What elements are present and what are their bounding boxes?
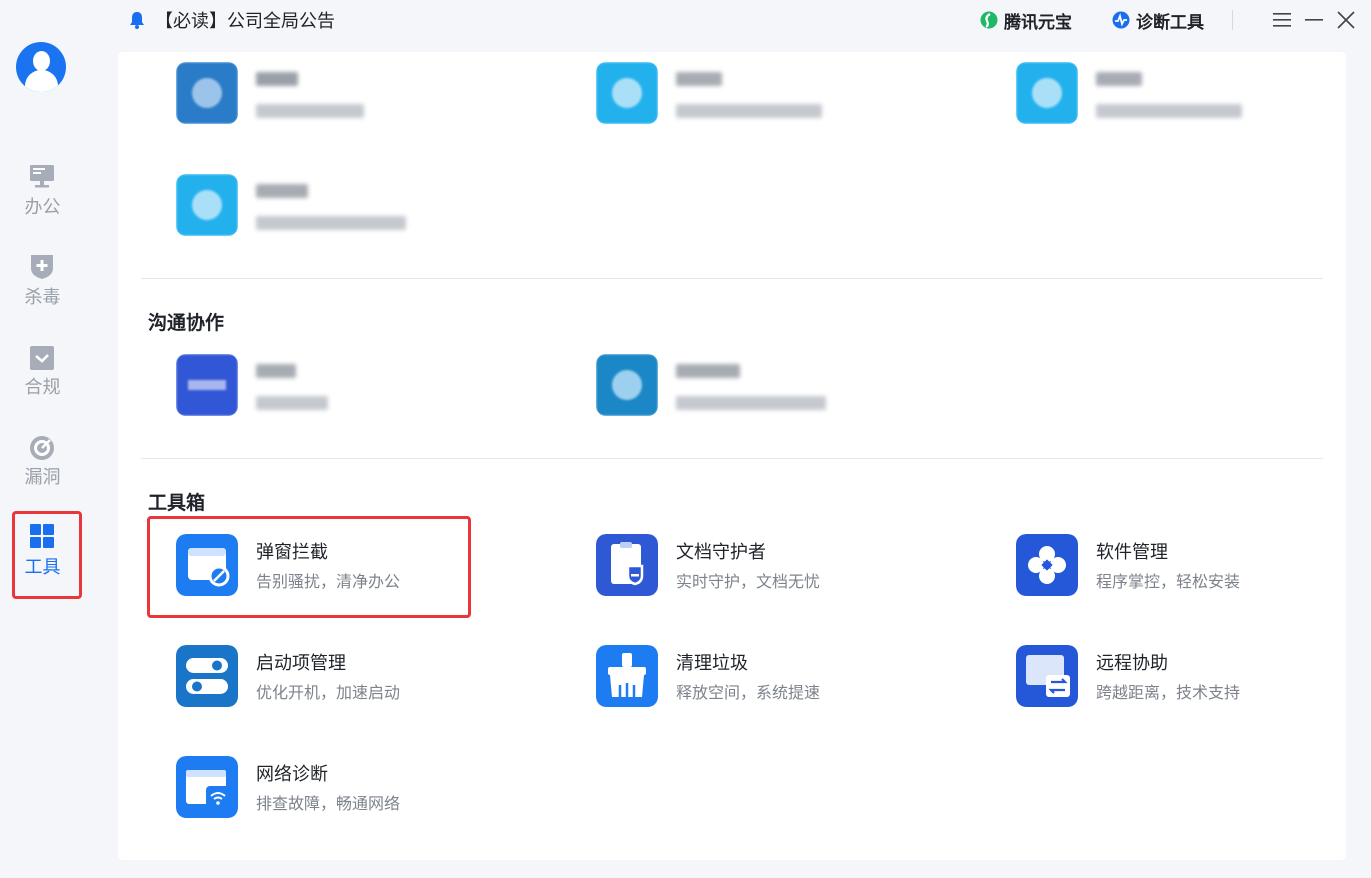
tool-doc-guard[interactable]: 文档守护者 实时守护，文档无忧 (596, 534, 976, 604)
tool-cleaner[interactable]: 清理垃圾 释放空间，系统提速 (596, 645, 976, 715)
tool-remote-assist[interactable]: 远程协助 跨越距离，技术支持 (1016, 645, 1371, 715)
main-panel: 沟通协作 工具箱 弹窗拦截 告别骚扰，清净办公 文档守护者 实时守护，文档无忧 … (118, 52, 1346, 860)
remote-assist-icon (1016, 645, 1078, 707)
redacted-app[interactable] (1016, 62, 1371, 132)
close-icon[interactable] (1335, 9, 1357, 31)
tool-name: 清理垃圾 (676, 653, 748, 674)
tool-desc: 实时守护，文档无忧 (676, 572, 821, 591)
monitor-icon (30, 165, 54, 188)
sidebar-item-vulnerability[interactable]: 漏洞 (0, 425, 85, 497)
tool-software-manager[interactable]: 软件管理 程序掌控，轻松安装 (1016, 534, 1371, 604)
selection-highlight (147, 516, 471, 618)
sidebar: 办公 杀毒 合规 漏洞 工具 (0, 0, 85, 878)
diagnose-tool-link[interactable]: 诊断工具 (1112, 8, 1204, 33)
yuanbao-icon (980, 11, 998, 29)
tool-desc: 程序掌控，轻松安装 (1096, 572, 1241, 591)
tool-desc: 跨越距离，技术支持 (1096, 683, 1241, 702)
tool-desc: 排查故障，畅通网络 (256, 794, 401, 813)
app-icon (1016, 62, 1078, 124)
redacted-app[interactable] (596, 354, 976, 424)
section-divider (141, 458, 1323, 459)
tool-network-diagnose[interactable]: 网络诊断 排查故障，畅通网络 (176, 756, 556, 826)
bell-icon (130, 12, 144, 29)
tool-name: 网络诊断 (256, 764, 328, 785)
yuanbao-link[interactable]: 腾讯元宝 (980, 8, 1072, 33)
sidebar-item-label: 漏洞 (24, 467, 61, 488)
yuanbao-label: 腾讯元宝 (1004, 12, 1072, 33)
shield-plus-icon (31, 255, 53, 279)
sidebar-item-label: 杀毒 (24, 287, 61, 308)
tool-name: 软件管理 (1096, 542, 1168, 563)
sidebar-item-antivirus[interactable]: 杀毒 (0, 245, 85, 317)
section-divider (141, 278, 1323, 279)
radar-icon (30, 436, 54, 460)
redacted-app[interactable] (596, 62, 976, 132)
redacted-app[interactable] (176, 62, 556, 132)
titlebar-divider (1232, 10, 1233, 30)
app-icon (596, 354, 658, 416)
announcement-link[interactable]: 【必读】公司全局公告 (129, 8, 335, 32)
startup-toggle-icon (176, 645, 238, 707)
app-icon (176, 174, 238, 236)
menu-icon[interactable] (1271, 9, 1293, 31)
sidebar-item-label: 办公 (24, 197, 61, 218)
toolbox-section-title: 工具箱 (148, 492, 206, 514)
redacted-app[interactable] (176, 174, 556, 244)
sidebar-item-office[interactable]: 办公 (0, 155, 85, 227)
checkbox-icon (30, 346, 54, 370)
app-icon (176, 354, 238, 416)
app-icon (596, 62, 658, 124)
tool-desc: 释放空间，系统提速 (676, 683, 821, 702)
broom-icon (596, 645, 658, 707)
tool-startup-manager[interactable]: 启动项管理 优化开机，加速启动 (176, 645, 556, 715)
titlebar-actions: 腾讯元宝 诊断工具 (980, 6, 1357, 34)
tool-desc: 优化开机，加速启动 (256, 683, 401, 702)
diagnose-tool-label: 诊断工具 (1136, 12, 1204, 33)
announcement-text: 【必读】公司全局公告 (155, 11, 335, 32)
software-manager-icon (1016, 534, 1078, 596)
app-icon (176, 62, 238, 124)
tool-name: 文档守护者 (676, 542, 766, 563)
selection-highlight (12, 511, 82, 599)
doc-guard-icon (596, 534, 658, 596)
titlebar: 【必读】公司全局公告 腾讯元宝 诊断工具 (85, 0, 1371, 40)
collab-section-title: 沟通协作 (148, 312, 225, 334)
tool-name: 启动项管理 (256, 653, 346, 674)
diagnose-icon (1112, 11, 1130, 29)
avatar[interactable] (16, 42, 66, 92)
network-diagnose-icon (176, 756, 238, 818)
minimize-icon[interactable] (1303, 9, 1325, 31)
sidebar-item-label: 合规 (24, 377, 61, 398)
tool-name: 远程协助 (1096, 653, 1168, 674)
sidebar-item-compliance[interactable]: 合规 (0, 335, 85, 407)
redacted-app[interactable] (176, 354, 556, 424)
